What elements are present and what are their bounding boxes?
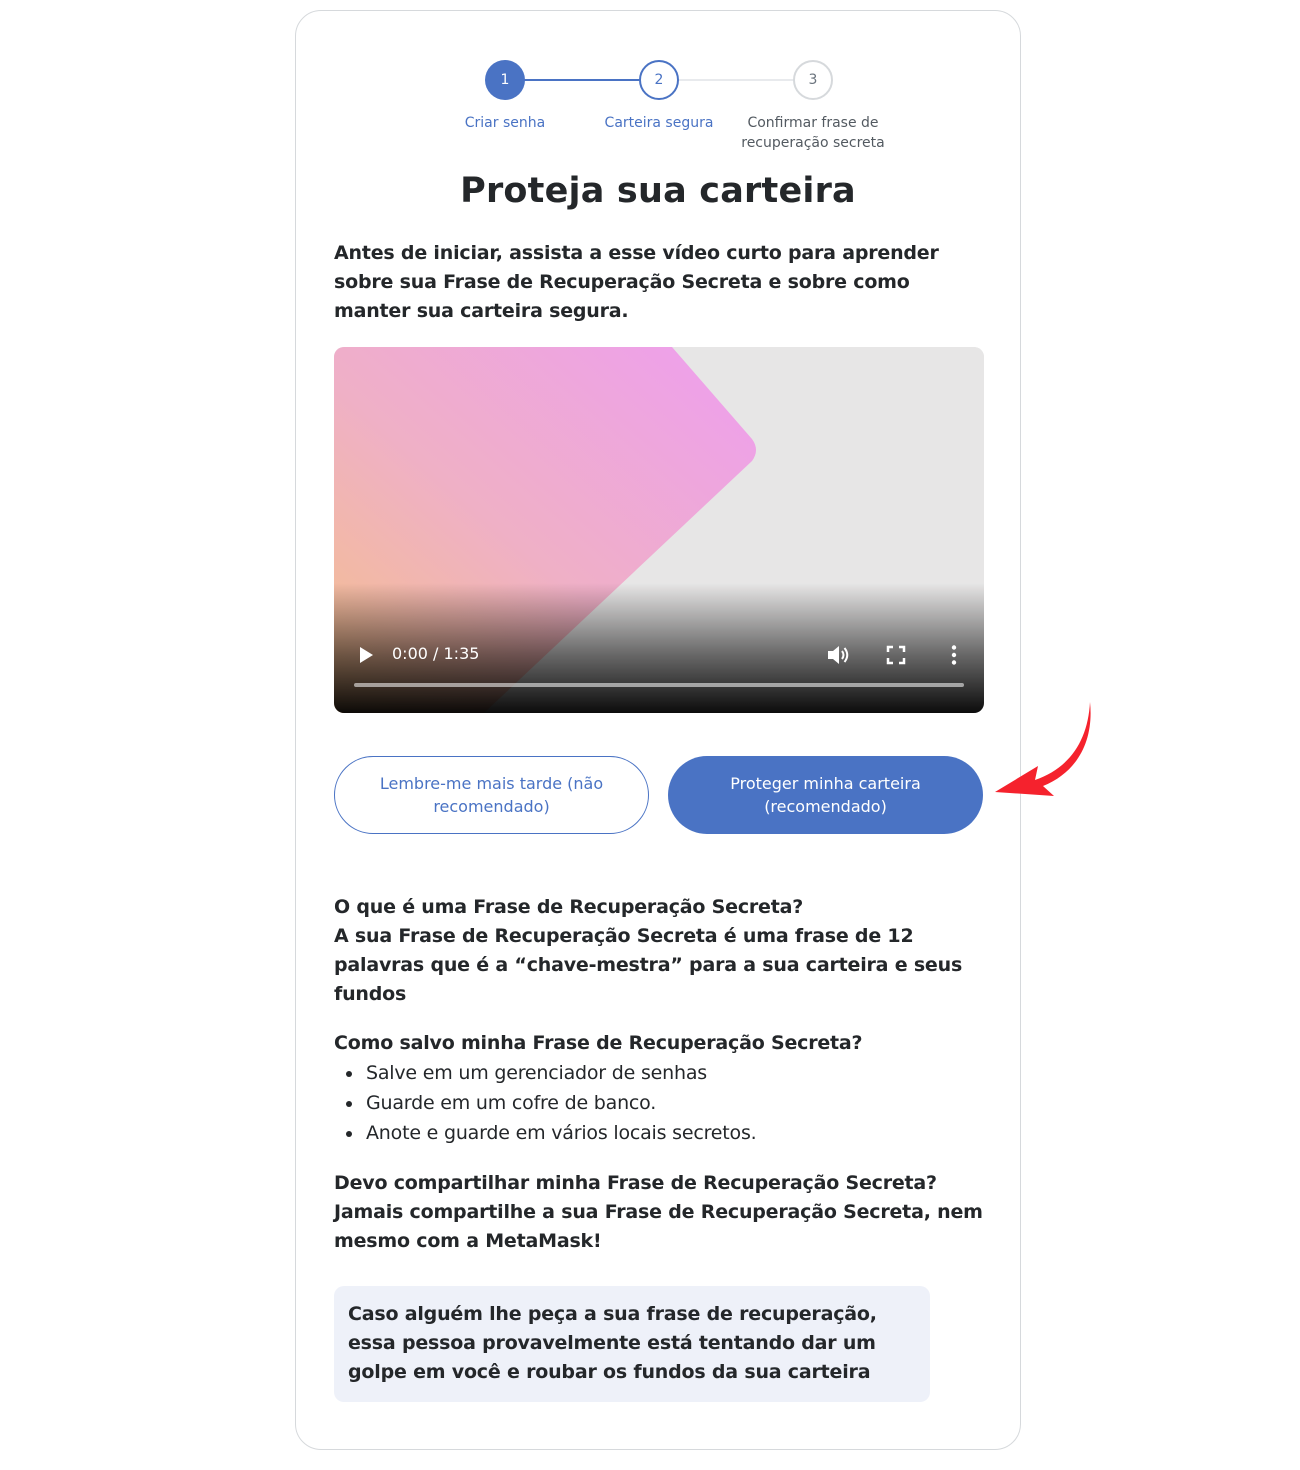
scam-warning-box: Caso alguém lhe peça a sua frase de recu… [334, 1286, 930, 1402]
video-time: 0:00 / 1:35 [392, 644, 480, 663]
volume-icon[interactable] [826, 644, 850, 666]
stepper-line-2 [678, 79, 794, 81]
secure-wallet-button[interactable]: Proteger minha carteira (recomendado) [668, 756, 983, 834]
fullscreen-icon[interactable] [886, 645, 906, 665]
faq-answer-3: Jamais compartilhe a sua Frase de Recupe… [334, 1201, 983, 1252]
list-item: Guarde em um cofre de banco. [364, 1088, 984, 1118]
more-vertical-icon[interactable] [946, 644, 962, 666]
red-arrow-icon [995, 702, 1091, 796]
faq-should-share: Devo compartilhar minha Frase de Recuper… [334, 1169, 984, 1256]
video-player[interactable]: 0:00 / 1:35 [334, 347, 984, 713]
stepper-line-1 [524, 79, 640, 81]
step-3-label: Confirmar frase de recuperação secreta [741, 115, 885, 151]
faq-question-1: O que é uma Frase de Recuperação Secreta… [334, 896, 804, 918]
list-item: Salve em um gerenciador de senhas [364, 1058, 984, 1088]
step-2-circle: 2 [639, 60, 679, 100]
video-progress-bar[interactable] [354, 683, 964, 687]
faq-answer-2-list: Salve em um gerenciador de senhas Guarde… [334, 1058, 984, 1148]
step-3-circle: 3 [793, 60, 833, 100]
faq-answer-1: A sua Frase de Recuperação Secreta é uma… [334, 925, 963, 1005]
remind-later-button[interactable]: Lembre-me mais tarde (não recomendado) [334, 756, 649, 834]
step-2-label: Carteira segura [604, 115, 714, 131]
faq-what-is: O que é uma Frase de Recuperação Secreta… [334, 893, 984, 1009]
faq-question-2: Como salvo minha Frase de Recuperação Se… [334, 1032, 863, 1054]
onboarding-card: 1 2 3 Criar senha Carteira segura Confir… [295, 10, 1021, 1450]
faq-question-3: Devo compartilhar minha Frase de Recuper… [334, 1172, 937, 1194]
step-1-label: Criar senha [464, 115, 546, 131]
page-title: Proteja sua carteira [460, 171, 856, 211]
play-icon[interactable] [358, 646, 374, 664]
stepper: 1 2 3 Criar senha Carteira segura Confir… [296, 11, 1020, 161]
step-1-circle: 1 [485, 60, 525, 100]
intro-text: Antes de iniciar, assista a esse vídeo c… [334, 242, 939, 322]
list-item: Anote e guarde em vários locais secretos… [364, 1118, 984, 1148]
faq-how-to-save: Como salvo minha Frase de Recuperação Se… [334, 1029, 984, 1148]
